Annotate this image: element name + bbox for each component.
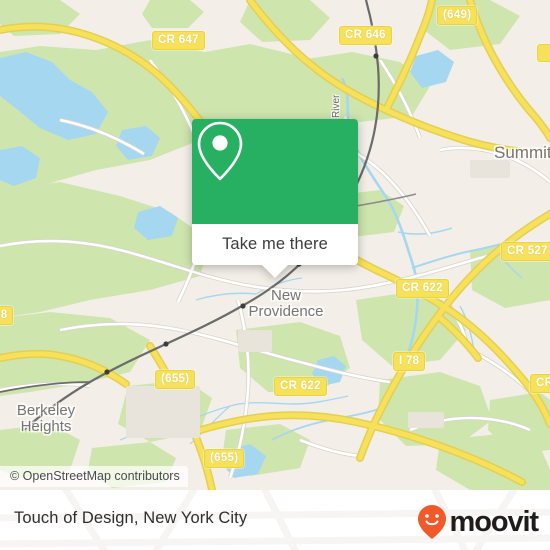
road-shield: CR <box>530 374 550 394</box>
road-shield: (655) <box>155 370 196 390</box>
osm-attribution[interactable]: © OpenStreetMap contributors <box>0 466 188 487</box>
road-shield <box>537 44 550 62</box>
map-pin-icon <box>197 121 243 181</box>
road-shield: CR 647 <box>152 31 205 51</box>
take-me-there-label: Take me there <box>222 235 328 253</box>
moovit-smiling-pin-icon <box>417 505 446 539</box>
moovit-wordmark: moovit <box>449 505 540 538</box>
road-shield: CR 622 <box>274 377 327 397</box>
popup-tail <box>262 265 288 278</box>
road-shield: (655) <box>204 449 245 469</box>
map-screenshot: CR 647 CR 646 (649) CR 527 CR 622 I 78 C… <box>0 0 550 550</box>
road-shield: 88 <box>0 306 14 326</box>
map-canvas[interactable]: CR 647 CR 646 (649) CR 527 CR 622 I 78 C… <box>0 0 550 490</box>
road-shield: CR 622 <box>396 279 449 299</box>
place-title: Touch of Design, New York City <box>14 509 248 527</box>
moovit-logo[interactable]: moovit <box>416 504 540 540</box>
popup-icon-area <box>192 119 358 224</box>
road-shield: (649) <box>437 6 478 26</box>
popup-action-area[interactable]: Take me there <box>192 224 358 278</box>
location-popup-card[interactable]: Take me there <box>192 119 358 278</box>
road-shield: CR 646 <box>339 26 392 46</box>
footer-bar: Touch of Design, New York City moovit <box>0 490 550 550</box>
road-shield: CR 527 <box>501 242 550 262</box>
road-shield: I 78 <box>393 352 426 372</box>
